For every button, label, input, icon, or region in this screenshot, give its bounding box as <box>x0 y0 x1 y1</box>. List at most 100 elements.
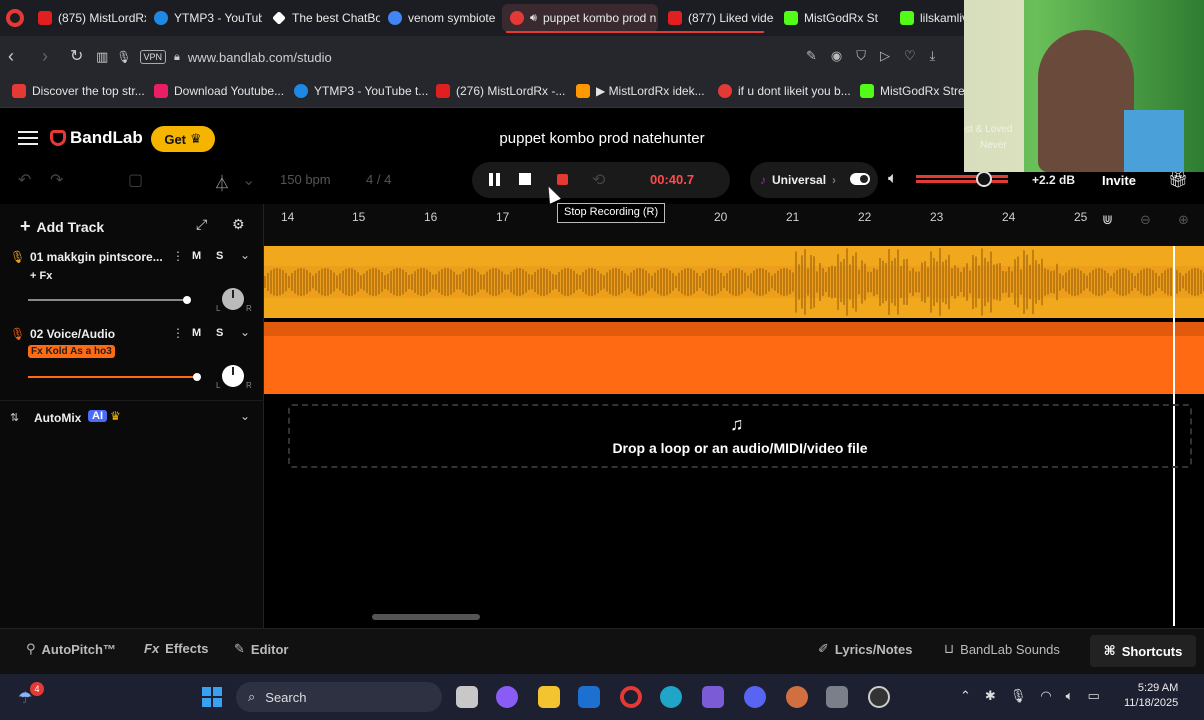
time-signature[interactable]: 4 / 4 <box>366 172 391 187</box>
discord-icon[interactable] <box>744 686 766 708</box>
taskbar-search[interactable]: ⌕ Search <box>236 682 442 712</box>
heart-icon[interactable]: ♡ <box>904 48 916 64</box>
lyrics-notes-button[interactable]: ✐ Lyrics/Notes <box>818 641 912 657</box>
vpn-badge[interactable]: VPN <box>139 50 167 64</box>
obs-icon[interactable] <box>868 686 890 708</box>
fx-chain-badge[interactable]: Fx Kold As a ho3 <box>28 345 115 358</box>
tab-3[interactable]: The best ChatBot <box>264 4 380 32</box>
forward-icon[interactable]: › <box>42 46 48 67</box>
track-volume-slider[interactable] <box>28 296 191 304</box>
pan-knob[interactable] <box>222 365 244 387</box>
bpm-field[interactable]: 150 bpm <box>280 172 331 187</box>
camera-icon[interactable] <box>826 686 848 708</box>
track-volume-slider[interactable] <box>28 373 201 381</box>
bookmark-2[interactable]: Download Youtube... <box>154 84 284 98</box>
mic-icon[interactable]: 🎙︎ <box>116 50 131 64</box>
shield-icon[interactable]: ⛉ <box>856 48 866 64</box>
solo-button[interactable]: S <box>216 327 223 339</box>
chevron-up-icon[interactable]: ⌃ <box>960 688 971 704</box>
wifi-icon[interactable]: ◠ <box>1040 688 1051 704</box>
clipchamp-icon[interactable] <box>702 686 724 708</box>
track-1-header[interactable]: 🎙︎ 01 makkgin pintscore... ⋮ M S ⌄ + Fx … <box>0 246 264 322</box>
tab-6[interactable]: (877) Liked video <box>660 4 774 32</box>
reader-icon[interactable]: ▥ <box>96 49 108 65</box>
scale-toggle[interactable] <box>850 173 870 185</box>
back-icon[interactable]: ‹ <box>8 46 14 67</box>
track-1-region[interactable] <box>264 246 1204 318</box>
stop-button[interactable] <box>519 173 531 185</box>
tab-2[interactable]: YTMP3 - YouTube <box>146 4 262 32</box>
track-name[interactable]: 02 Voice/Audio <box>30 327 115 341</box>
url-text[interactable]: www.bandlab.com/studio <box>188 50 332 65</box>
undo-icon[interactable]: ↶ <box>18 170 31 190</box>
start-button[interactable] <box>202 687 222 707</box>
file-explorer-icon[interactable] <box>538 686 560 708</box>
invite-button[interactable]: Invite <box>1102 173 1136 188</box>
task-view-icon[interactable] <box>456 686 478 708</box>
volume-icon[interactable]: 🔈︎ <box>1066 688 1074 704</box>
mute-button[interactable]: M <box>192 250 201 262</box>
chevron-down-icon[interactable]: ⌄ <box>240 409 250 423</box>
bandlab-logo[interactable]: BandLab <box>50 128 143 148</box>
edge-icon[interactable] <box>660 686 682 708</box>
track-2-region[interactable] <box>264 322 1204 394</box>
bookmark-6[interactable]: if u dont likeit you b... <box>718 84 851 98</box>
edit-icon[interactable]: ✎ <box>806 48 817 64</box>
automix-row[interactable]: ⇅ AutoMix AI ♛ ⌄ <box>0 400 264 436</box>
horizontal-scrollbar[interactable] <box>372 614 480 620</box>
bookmark-4[interactable]: (276) MistLordRx -... <box>436 84 565 98</box>
pan-knob[interactable] <box>222 288 244 310</box>
outlook-icon[interactable] <box>578 686 600 708</box>
metronome-icon[interactable]: ⏃ <box>214 170 230 194</box>
pause-button[interactable] <box>487 172 501 186</box>
magnet-icon[interactable]: ⋓ <box>1102 212 1113 228</box>
download-icon[interactable]: ⤓ <box>930 48 936 64</box>
track-name[interactable]: 01 makkgin pintscore... <box>30 250 163 264</box>
chevron-down-icon[interactable]: ⌄ <box>240 248 250 262</box>
opera-icon[interactable] <box>620 686 642 708</box>
autopitch-button[interactable]: ⚲ AutoPitch™ <box>26 641 116 657</box>
speaker-mute-icon[interactable]: 🔈︎ <box>888 170 898 188</box>
chevron-down-icon[interactable]: ⌄ <box>240 325 250 339</box>
mic-icon[interactable]: 🎙︎ <box>1010 688 1027 704</box>
drop-zone[interactable]: ♫ Drop a loop or an audio/MIDI/video fil… <box>288 404 1192 468</box>
tab-4[interactable]: venom symbiote <box>380 4 498 32</box>
zoom-out-icon[interactable]: ⊖ <box>1140 212 1151 228</box>
editor-button[interactable]: ✎ Editor <box>234 641 288 657</box>
mute-button[interactable]: M <box>192 327 201 339</box>
gift-icon[interactable]: 🎁︎ <box>1168 170 1188 190</box>
project-title[interactable]: puppet kombo prod natehunter <box>420 130 784 147</box>
get-membership-button[interactable]: Get ♛ <box>151 126 215 152</box>
tab-7[interactable]: MistGodRx St <box>776 4 890 32</box>
track-menu-icon[interactable]: ⋮ <box>172 326 184 340</box>
opera-logo-icon[interactable] <box>6 9 24 27</box>
shortcuts-button[interactable]: ⌘ Shortcuts <box>1090 635 1196 667</box>
chevron-down-icon[interactable]: ⌄ <box>242 170 255 190</box>
copilot-icon[interactable] <box>496 686 518 708</box>
record-button[interactable] <box>557 174 568 185</box>
tab-1[interactable]: (875) MistLordRx <box>30 4 146 32</box>
fx-button[interactable]: + Fx <box>30 270 52 282</box>
master-volume-knob[interactable] <box>976 171 992 187</box>
camera-icon[interactable]: ◉ <box>831 48 842 64</box>
reload-icon[interactable]: ↻ <box>70 46 83 66</box>
add-track-button[interactable]: + Add Track <box>20 216 104 237</box>
loop-icon[interactable]: ⟲ <box>592 170 605 190</box>
zoom-in-icon[interactable]: ⊕ <box>1178 212 1189 228</box>
redo-icon[interactable]: ↷ <box>50 170 63 190</box>
battery-icon[interactable]: ▭ <box>1087 688 1099 704</box>
bookmark-1[interactable]: Discover the top str... <box>12 84 145 98</box>
grid-icon[interactable]: ▢ <box>128 170 143 190</box>
play-icon[interactable]: ▷ <box>880 48 890 64</box>
master-volume-slider[interactable] <box>916 171 1008 187</box>
bookmark-3[interactable]: YTMP3 - YouTube t... <box>294 84 428 98</box>
effects-button[interactable]: Fx Effects <box>144 641 209 656</box>
bandlab-sounds-button[interactable]: ⊔ BandLab Sounds <box>944 641 1060 657</box>
bluetooth-icon[interactable]: ✱ <box>985 688 996 704</box>
timeline-ruler[interactable]: 14 15 16 17 20 21 22 23 24 25 ⋓ ⊖ ⊕ <box>264 204 1204 246</box>
hamburger-menu-icon[interactable] <box>18 131 38 145</box>
clock[interactable]: 5:29 AM 11/18/2025 <box>1124 681 1178 711</box>
app-icon[interactable] <box>786 686 808 708</box>
filter-icon[interactable]: ⚙︎ <box>232 216 245 233</box>
tab-active[interactable]: 🔊︎ puppet kombo prod n <box>502 4 658 32</box>
